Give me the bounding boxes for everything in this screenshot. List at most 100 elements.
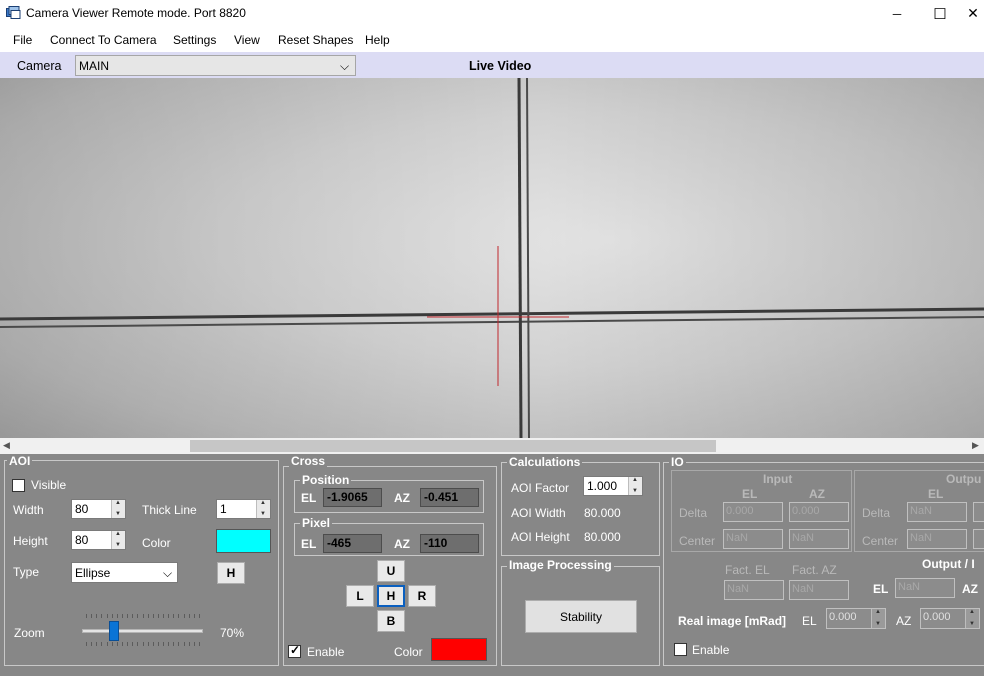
- minimize-button[interactable]: ─: [874, 0, 920, 27]
- zoom-slider-tick: [153, 642, 154, 646]
- io-input-center-el[interactable]: NaN: [723, 529, 783, 549]
- zoom-slider-tick: [148, 614, 149, 618]
- io-fact-el-label: Fact. EL: [725, 563, 770, 577]
- position-az-label: AZ: [394, 491, 410, 505]
- zoom-slider-tick: [194, 614, 195, 618]
- aoi-color-swatch[interactable]: [216, 529, 271, 553]
- io-fact-az-value[interactable]: NaN: [789, 580, 849, 600]
- stability-button[interactable]: Stability: [525, 600, 637, 633]
- io-input-delta-az[interactable]: 0.000: [789, 502, 849, 522]
- menu-file[interactable]: File: [13, 33, 32, 47]
- zoom-slider-ticks-bottom: [86, 642, 200, 646]
- real-el-label: EL: [802, 614, 817, 628]
- aoi-height-label: Height: [13, 534, 48, 548]
- position-group-title: Position: [300, 473, 352, 487]
- zoom-slider-tick: [122, 642, 123, 646]
- pixel-az-value: -110: [420, 534, 479, 553]
- aoi-thick-line-spinner[interactable]: [256, 500, 270, 518]
- zoom-slider-tick: [148, 642, 149, 646]
- aoi-thick-line-label: Thick Line: [142, 503, 197, 517]
- zoom-slider-thumb[interactable]: [109, 621, 119, 641]
- maximize-icon: ☐: [933, 5, 947, 23]
- io-output-center-el[interactable]: NaN: [907, 529, 967, 549]
- zoom-slider-tick: [168, 642, 169, 646]
- real-az-spinner[interactable]: [965, 609, 979, 628]
- real-el-spinner[interactable]: [871, 609, 885, 628]
- zoom-slider-tick: [122, 614, 123, 618]
- aoi-factor-label: AOI Factor: [511, 481, 570, 495]
- aoi-visible-checkbox[interactable]: [12, 479, 25, 492]
- zoom-slider-tick: [158, 642, 159, 646]
- io-center-label: Center: [679, 534, 716, 548]
- real-az-label: AZ: [896, 614, 912, 628]
- menu-help[interactable]: Help: [365, 33, 390, 47]
- io-enable-checkbox[interactable]: [674, 643, 687, 656]
- aoi-type-label: Type: [13, 565, 40, 579]
- cross-color-swatch[interactable]: [431, 638, 487, 661]
- io-input-delta-el[interactable]: 0.000: [723, 502, 783, 522]
- aoi-thick-line-value: 1: [220, 502, 227, 516]
- aoi-zoom-slider[interactable]: [82, 614, 203, 648]
- menu-reset-shapes[interactable]: Reset Shapes: [278, 33, 353, 47]
- close-button[interactable]: ✕: [950, 0, 984, 27]
- aoi-height-spinner[interactable]: [111, 531, 125, 549]
- live-video-view[interactable]: [0, 78, 984, 438]
- zoom-slider-tick: [173, 642, 174, 646]
- position-el-label: EL: [301, 491, 317, 505]
- zoom-slider-tick: [91, 642, 92, 646]
- aoi-factor-value: 1.000: [587, 479, 618, 493]
- minimize-icon: ─: [892, 6, 902, 21]
- menu-settings[interactable]: Settings: [173, 33, 216, 47]
- pixel-az-label: AZ: [394, 537, 410, 551]
- aoi-color-label: Color: [142, 536, 171, 550]
- zoom-slider-ticks-top: [86, 614, 200, 618]
- menu-connect-to-camera[interactable]: Connect To Camera: [50, 33, 157, 47]
- zoom-slider-track: [82, 629, 203, 633]
- zoom-slider-tick: [137, 642, 138, 646]
- io-fact-el-value[interactable]: NaN: [724, 580, 784, 600]
- chevron-down-icon: ⌵: [340, 59, 350, 73]
- cross-home-button[interactable]: H: [377, 585, 405, 607]
- io-output-center-label: Center: [862, 534, 899, 548]
- io-fact-az-label: Fact. AZ: [792, 563, 837, 577]
- aoi-width-label: Width: [13, 503, 44, 517]
- aoi-width-spinner[interactable]: [111, 500, 125, 518]
- zoom-slider-tick: [178, 642, 179, 646]
- aoi-height-calc-value: 80.000: [584, 530, 621, 544]
- zoom-slider-tick: [143, 614, 144, 618]
- scrollbar-thumb[interactable]: [190, 440, 716, 452]
- io-output-i-el-value[interactable]: NaN: [895, 578, 955, 598]
- aoi-width-calc-value: 80.000: [584, 506, 621, 520]
- io-output-delta-az[interactable]: [973, 502, 984, 522]
- scroll-right-icon[interactable]: ▶: [972, 440, 979, 451]
- cross-left-button[interactable]: L: [346, 585, 374, 607]
- aoi-height-value: 80: [75, 533, 89, 547]
- zoom-slider-tick: [184, 642, 185, 646]
- cross-bottom-button[interactable]: B: [377, 610, 405, 632]
- zoom-slider-tick: [101, 614, 102, 618]
- cross-up-button[interactable]: U: [377, 560, 405, 582]
- io-output-delta-el[interactable]: NaN: [907, 502, 967, 522]
- menu-view[interactable]: View: [234, 33, 260, 47]
- pixel-el-value: -465: [323, 534, 382, 553]
- cross-enable-checkbox[interactable]: ✓: [288, 643, 301, 658]
- zoom-slider-tick: [158, 614, 159, 618]
- scroll-left-icon[interactable]: ◀: [3, 440, 10, 451]
- aoi-h-button[interactable]: H: [217, 562, 245, 584]
- io-output-center-az[interactable]: [973, 529, 984, 549]
- camera-select[interactable]: [75, 55, 356, 76]
- check-icon: ✓: [290, 643, 301, 657]
- position-el-value: -1.9065: [323, 488, 382, 507]
- cross-group-title: Cross: [289, 454, 328, 468]
- cross-right-button[interactable]: R: [408, 585, 436, 607]
- io-output-el-header: EL: [928, 487, 944, 501]
- io-output-i-el-label: EL: [873, 582, 889, 596]
- aoi-factor-spinner[interactable]: [628, 477, 642, 495]
- real-image-label: Real image [mRad]: [678, 614, 787, 628]
- aoi-width-calc-label: AOI Width: [511, 506, 566, 520]
- io-input-center-az[interactable]: NaN: [789, 529, 849, 549]
- zoom-slider-tick: [91, 614, 92, 618]
- zoom-slider-tick: [101, 642, 102, 646]
- cross-enable-label: Enable: [307, 645, 345, 659]
- position-az-value: -0.451: [420, 488, 479, 507]
